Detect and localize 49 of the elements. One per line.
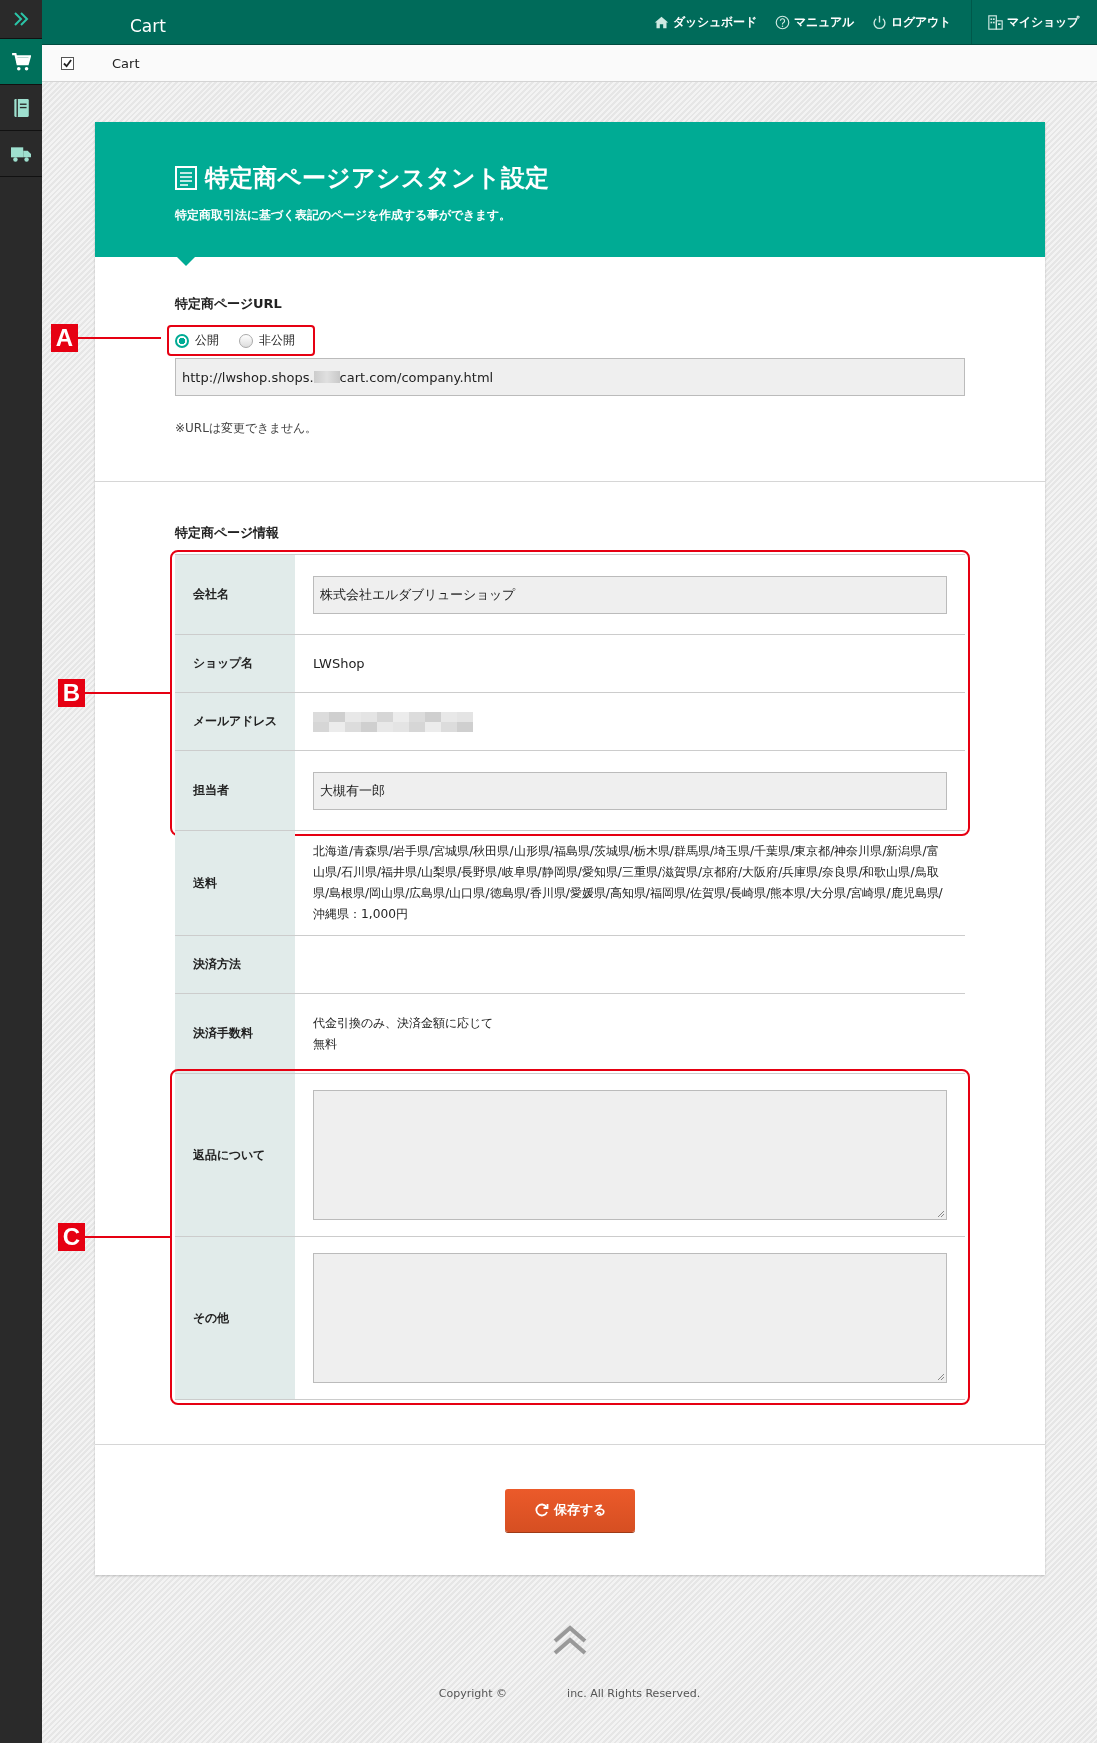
power-icon [872, 14, 887, 30]
field-value: 北海道/青森県/岩手県/宮城県/秋田県/山形県/福島県/茨城県/栃木県/群馬県/埼玉県/千葉県/東京都/神奈川県/新潟県/富山県/石川県/福井県/山梨県/長野県/岐阜県/静岡県/愛知県/三重県/滋賀県/京都府/大阪府/兵庫県/奈良県/和歌山県/鳥取県/島根県/岡山県/広島県/山口県/徳島県/香川県/愛媛県/高知県/福岡県/佐賀県/長崎県/熊本県/大分県/宮崎県/鹿児島県/沖縄県：1,000円 [313, 843, 944, 923]
field-label: 返品について [175, 1074, 295, 1236]
document-icon [175, 166, 197, 190]
breadcrumb-label: Cart [112, 55, 140, 71]
panel-subtitle: 特定商取引法に基づく表記のページを作成する事ができます。 [175, 208, 512, 223]
annotation-label: B [58, 679, 85, 707]
field-label: ショップ名 [175, 635, 295, 692]
back-to-top-icon[interactable] [552, 1625, 587, 1655]
field-label: メールアドレス [175, 693, 295, 750]
refresh-icon [534, 1503, 549, 1517]
field-label: その他 [175, 1237, 295, 1399]
url-note: ※URLは変更できません。 [175, 420, 318, 437]
book-icon [11, 97, 31, 118]
expand-icon[interactable] [13, 11, 29, 27]
input-field[interactable]: 大槻有一郎 [313, 771, 947, 810]
page-title: Cart [130, 16, 167, 36]
field-label: 担当者 [175, 751, 295, 830]
input-field[interactable]: 株式会社エルダブリューショップ [313, 575, 947, 614]
resize-handle[interactable] [937, 1373, 945, 1381]
radio-option[interactable]: 非公開 [239, 332, 295, 349]
field-label: 送料 [175, 831, 295, 935]
copyright-text: inc. All Rights Reserved. [567, 1687, 701, 1700]
redacted-text [313, 371, 340, 383]
building-icon [988, 14, 1003, 30]
radio-option[interactable]: 公開 [175, 332, 219, 349]
sidebar-item[interactable] [0, 39, 42, 85]
field-value: LWShop [313, 656, 365, 671]
panel-title: 特定商ページアシスタント設定 [205, 163, 549, 194]
section-heading: 特定商ページURL [175, 295, 283, 313]
field-label: 会社名 [175, 555, 295, 634]
checkbox[interactable] [61, 56, 74, 70]
field-label: 決済方法 [175, 936, 295, 993]
resize-handle[interactable] [937, 1210, 945, 1218]
copyright-text: Copyright © [438, 1687, 508, 1700]
field-label: 決済手数料 [175, 994, 295, 1073]
save-button[interactable]: 保存する [505, 1488, 635, 1532]
nav-link[interactable]: マニュアル [775, 13, 854, 31]
nav-link[interactable]: ダッシュボード [654, 13, 757, 31]
help-icon [775, 14, 790, 30]
annotation-label: A [51, 323, 78, 352]
field-value: 無料 [313, 1035, 337, 1053]
annotation-label: C [58, 1223, 85, 1251]
nav-link[interactable]: ログアウト [872, 13, 951, 31]
section-heading: 特定商ページ情報 [175, 524, 280, 542]
field-value: 代金引換のみ、決済金額に応じて [313, 1014, 493, 1032]
url-field: http://lwshop.shops. cart.com/company.html [175, 358, 965, 396]
cart-icon [11, 51, 31, 72]
home-icon [654, 14, 669, 30]
